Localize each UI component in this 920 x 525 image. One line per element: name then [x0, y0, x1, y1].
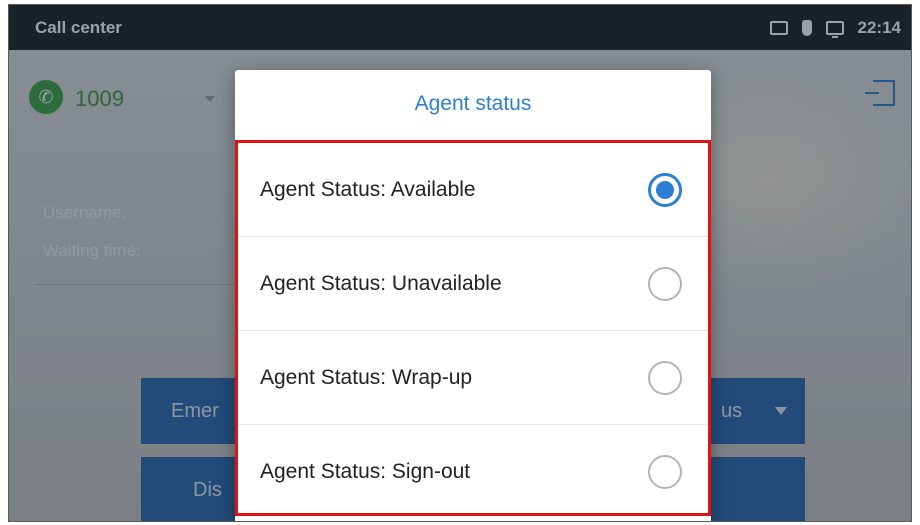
option-label: Agent Status: Wrap-up: [260, 365, 473, 389]
option-label: Agent Status: Unavailable: [260, 271, 502, 295]
radio-unchecked-icon[interactable]: [648, 266, 682, 301]
agent-status-dialog: Agent status Agent Status: Available Age…: [235, 70, 711, 521]
option-label: Agent Status: Sign-out: [260, 460, 471, 483]
status-options-list: Agent Status: Available Agent Status: Un…: [235, 140, 711, 516]
radio-unchecked-icon[interactable]: [648, 455, 682, 489]
screen-frame: Call center 22:14 ✆ 1009 Username: Waiti…: [8, 4, 912, 522]
option-sign-out[interactable]: Agent Status: Sign-out: [238, 425, 708, 519]
dialog-title: Agent status: [414, 92, 532, 115]
option-wrap-up[interactable]: Agent Status: Wrap-up: [238, 331, 708, 425]
radio-checked-icon[interactable]: [648, 172, 682, 207]
option-label: Agent Status: Available: [260, 177, 476, 201]
radio-unchecked-icon[interactable]: [648, 360, 682, 395]
option-unavailable[interactable]: Agent Status: Unavailable: [238, 237, 708, 331]
option-available[interactable]: Agent Status: Available: [238, 143, 708, 237]
